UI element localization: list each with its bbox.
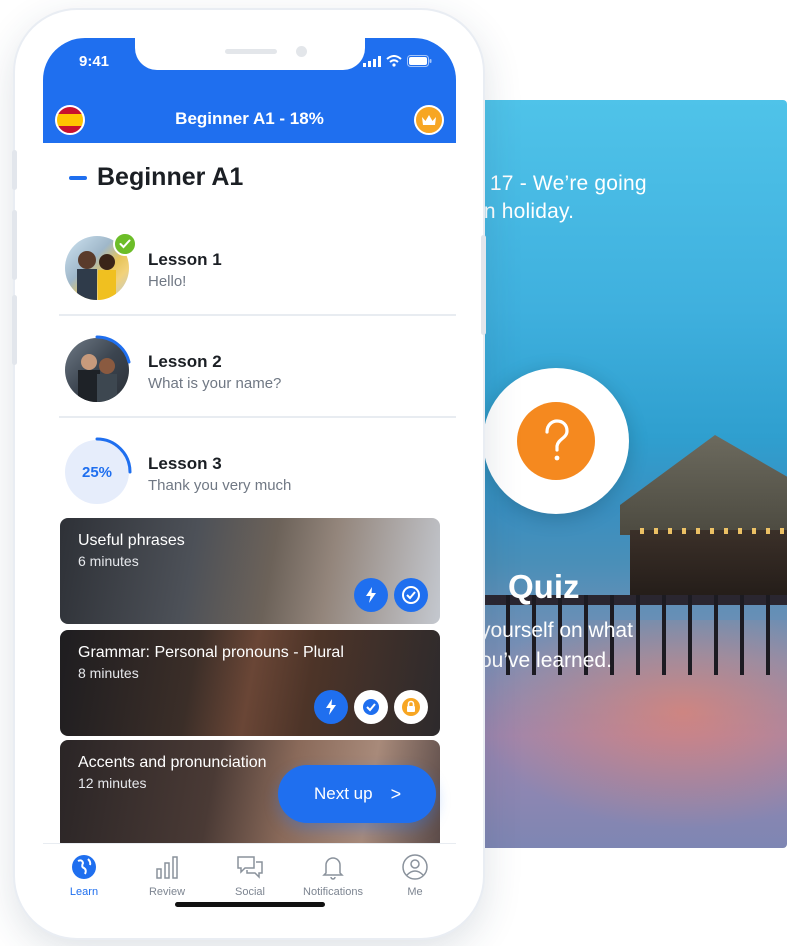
activity-icons <box>314 690 428 724</box>
tab-review[interactable]: Review <box>126 852 208 898</box>
activity-title: Useful phrases <box>78 532 185 549</box>
activity-card-useful-phrases[interactable]: Useful phrases 6 minutes <box>60 518 440 624</box>
level-heading[interactable]: Beginner A1 <box>69 163 243 192</box>
signal-icon <box>363 56 381 67</box>
quiz-button[interactable] <box>483 368 629 514</box>
battery-icon <box>407 55 432 67</box>
divider <box>59 416 456 418</box>
divider <box>59 314 456 316</box>
course-progress-title: Beginner A1 - 18% <box>175 109 324 128</box>
lesson-3-progress-ring <box>95 437 132 474</box>
profile-icon <box>374 852 456 882</box>
notch <box>135 38 365 70</box>
lightning-icon <box>354 578 388 612</box>
lesson-row-3[interactable]: 25% Lesson 3 Thank you very much <box>59 422 456 522</box>
completed-check-icon <box>354 690 388 724</box>
tab-label: Review <box>148 886 186 898</box>
lesson-1-subtitle: Hello! <box>148 273 187 290</box>
activity-icons <box>354 578 428 612</box>
collapse-dash-icon <box>69 175 87 180</box>
lesson-row-2[interactable]: Lesson 2 What is your name? <box>59 320 456 420</box>
app-screen: 9:41 Beginner A1 - 18% Beginner A1 Lesso… <box>43 38 456 918</box>
chevron-right-icon: > <box>390 783 402 804</box>
volume-down-button <box>12 295 17 365</box>
bar-chart-icon <box>126 852 208 882</box>
lightning-icon <box>314 690 348 724</box>
activity-duration: 12 minutes <box>78 775 147 791</box>
quiz-title: Quiz <box>508 568 580 605</box>
tab-label: Notifications <box>303 886 363 898</box>
next-up-label: Next up <box>314 784 373 803</box>
tab-label: Me <box>407 886 423 898</box>
tab-social[interactable]: Social <box>209 852 291 898</box>
power-button <box>481 235 486 335</box>
volume-up-button <box>12 210 17 280</box>
speaker <box>225 49 277 54</box>
completed-check-icon <box>394 578 428 612</box>
tab-label: Learn <box>69 886 99 898</box>
activity-duration: 6 minutes <box>78 553 139 569</box>
status-time: 9:41 <box>79 53 110 70</box>
lesson-1-name: Lesson 1 <box>148 250 222 269</box>
hut-lights <box>640 528 787 534</box>
lesson-2-name: Lesson 2 <box>148 352 222 371</box>
home-indicator <box>175 902 325 907</box>
beach-hut-roof <box>620 435 787 535</box>
camera <box>296 46 307 57</box>
tab-learn[interactable]: Learn <box>43 852 125 898</box>
promo-lesson-title: n 17 - We’re going on holiday. <box>472 172 647 223</box>
lesson-3-subtitle: Thank you very much <box>148 477 292 494</box>
lesson-2-progress-ring <box>95 335 131 364</box>
activity-title: Accents and pronunciation <box>78 754 267 771</box>
lesson-3-name: Lesson 3 <box>148 454 222 473</box>
next-up-button[interactable]: Next up > <box>278 765 436 823</box>
activity-title: Grammar: Personal pronouns - Plural <box>78 644 344 661</box>
quiz-subtitle: yourself on what ou’ve learned. <box>480 619 633 672</box>
tab-label: Social <box>235 886 265 898</box>
completed-check-icon <box>113 232 137 256</box>
lesson-row-1[interactable]: Lesson 1 Hello! <box>59 218 456 318</box>
question-mark-icon <box>517 402 595 480</box>
crown-icon[interactable] <box>414 105 444 135</box>
lesson-2-subtitle: What is your name? <box>148 375 282 392</box>
tab-notifications[interactable]: Notifications <box>292 852 374 898</box>
lock-icon <box>394 690 428 724</box>
activity-duration: 8 minutes <box>78 665 139 681</box>
wifi-icon <box>386 55 402 67</box>
globe-icon <box>43 852 125 882</box>
level-title: Beginner A1 <box>97 163 244 191</box>
activity-card-grammar[interactable]: Grammar: Personal pronouns - Plural 8 mi… <box>60 630 440 736</box>
phone-frame: 9:41 Beginner A1 - 18% Beginner A1 Lesso… <box>12 10 486 938</box>
tab-me[interactable]: Me <box>374 852 456 898</box>
app-header: 9:41 Beginner A1 - 18% <box>43 38 456 143</box>
bell-icon <box>292 852 374 882</box>
chat-bubbles-icon <box>209 852 291 882</box>
beach-hut <box>630 530 787 600</box>
status-icons <box>363 55 432 67</box>
mute-switch <box>12 150 17 190</box>
